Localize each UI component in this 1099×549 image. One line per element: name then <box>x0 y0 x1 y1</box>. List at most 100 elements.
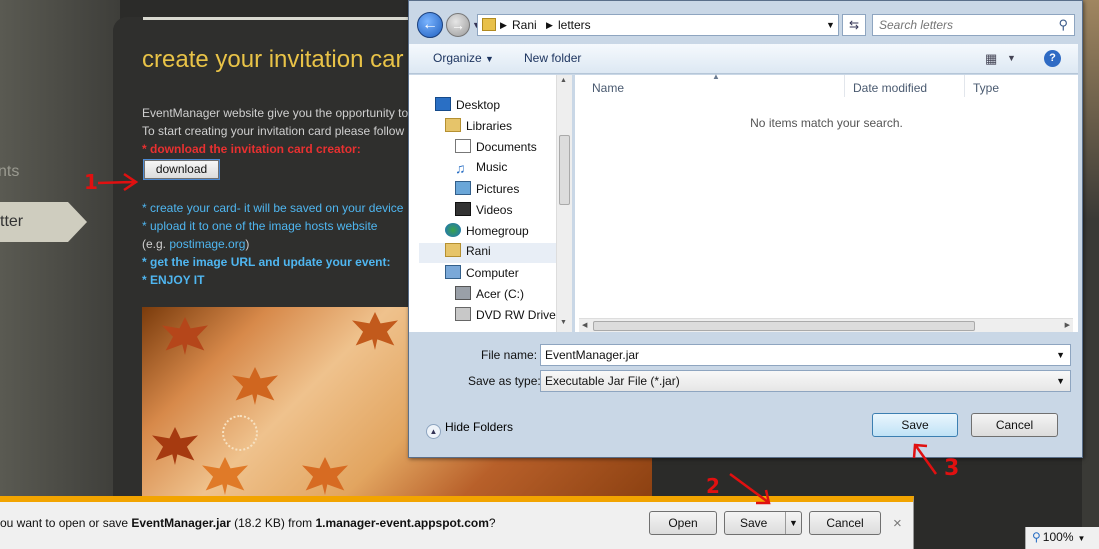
breadcrumb-letters[interactable]: letters <box>558 18 591 32</box>
tree-item-label: Rani <box>466 244 491 258</box>
tree-item-label: Homegroup <box>466 224 529 238</box>
zoom-value: 100% <box>1042 530 1074 544</box>
download-button[interactable]: download <box>144 160 219 179</box>
collapse-icon: ▲ <box>426 424 441 439</box>
column-type[interactable]: Type <box>973 81 999 95</box>
example-text: (e.g. postimage.org) <box>142 237 249 251</box>
scroll-left-icon[interactable]: ◀ <box>582 321 587 329</box>
column-date-modified[interactable]: Date modified <box>853 81 927 95</box>
step-create-text: * create your card- it will be saved on … <box>142 201 404 215</box>
message-text: ? <box>488 516 496 530</box>
step-upload-text: * upload it to one of the image hosts we… <box>142 219 378 233</box>
hide-folders-label: Hide Folders <box>445 420 514 434</box>
scroll-right-icon[interactable]: ▶ <box>1065 321 1070 329</box>
videos-icon <box>455 202 471 216</box>
horizontal-scroll-thumb[interactable] <box>593 321 975 331</box>
organize-button[interactable]: Organize ▼ <box>433 51 494 65</box>
forward-button[interactable]: → <box>446 13 470 37</box>
address-bar[interactable]: ▶ Rani ▶ letters ▼ <box>477 14 839 36</box>
tree-scrollbar[interactable]: ▲ ▼ <box>556 75 572 332</box>
dialog-cancel-button[interactable]: Cancel <box>971 413 1058 437</box>
tree-item-rani[interactable]: Rani <box>419 243 569 263</box>
download-cancel-button[interactable]: Cancel <box>809 511 881 535</box>
view-dropdown-icon[interactable]: ▼ <box>1007 53 1016 63</box>
tree-item-label: Music <box>476 160 508 174</box>
message-text: (18.2 KB) from <box>230 516 316 530</box>
filename-field[interactable]: EventManager.jar ▼ <box>540 344 1071 366</box>
documents-icon <box>455 139 471 153</box>
download-save-button[interactable]: Save ▼ <box>724 511 802 535</box>
column-name[interactable]: Name <box>592 81 624 95</box>
dvd-drive-icon <box>455 307 471 321</box>
address-dropdown-icon[interactable]: ▼ <box>826 20 835 30</box>
tree-item-label: DVD RW Drive ( <box>476 308 564 322</box>
zoom-level[interactable]: ⚲ 100% ▼ <box>1025 527 1099 549</box>
close-icon[interactable]: × <box>893 515 902 532</box>
save-options-dropdown-icon[interactable]: ▼ <box>789 512 798 534</box>
left-sidebar <box>0 0 120 549</box>
tree-item-label: Computer <box>466 266 519 280</box>
forward-arrow-icon: → <box>451 17 465 33</box>
column-divider <box>964 75 965 97</box>
pictures-icon <box>455 181 471 195</box>
annotation-arrow-3 <box>912 443 938 475</box>
scroll-thumb[interactable] <box>559 135 570 205</box>
savetype-select[interactable]: Executable Jar File (*.jar) ▼ <box>540 370 1071 392</box>
dialog-save-button[interactable]: Save <box>872 413 958 437</box>
filename-dropdown-icon[interactable]: ▼ <box>1056 350 1065 360</box>
refresh-icon: ⇆ <box>848 18 860 32</box>
scroll-up-icon[interactable]: ▲ <box>560 77 567 84</box>
breadcrumb-rani[interactable]: Rani <box>512 18 537 32</box>
download-host: 1.manager-event.appspot.com <box>315 516 489 530</box>
hide-folders-button[interactable]: ▲ Hide Folders <box>426 420 513 439</box>
tree-item-drive-c[interactable]: Acer (C:) <box>455 286 524 306</box>
page-title: create your invitation car <box>142 46 404 73</box>
intro-text-1: EventManager website give you the opport… <box>142 106 409 120</box>
drive-icon <box>455 286 471 300</box>
tree-item-computer[interactable]: Computer <box>445 265 519 285</box>
file-list: Name ▲ Date modified Type No items match… <box>575 72 1078 332</box>
tree-item-pictures[interactable]: Pictures <box>455 181 519 201</box>
search-input[interactable] <box>879 17 1049 33</box>
savetype-value: Executable Jar File (*.jar) <box>545 374 680 388</box>
tree-item-homegroup[interactable]: Homegroup <box>445 223 529 243</box>
annotation-arrow-1 <box>97 172 139 192</box>
back-button[interactable]: ← <box>417 12 443 38</box>
save-label: Save <box>740 516 768 530</box>
tree-item-videos[interactable]: Videos <box>455 202 512 222</box>
savetype-dropdown-icon[interactable]: ▼ <box>1056 376 1065 386</box>
tree-item-dvd-drive[interactable]: DVD RW Drive ( <box>455 307 563 327</box>
step-enjoy-text: * ENJOY IT <box>142 273 205 287</box>
help-icon[interactable]: ? <box>1044 50 1061 67</box>
back-arrow-icon: ← <box>422 16 438 33</box>
tree-item-libraries[interactable]: Libraries <box>445 118 512 138</box>
user-folder-icon <box>445 243 461 257</box>
example-prefix: (e.g. <box>142 237 170 251</box>
scroll-down-icon[interactable]: ▼ <box>560 319 567 326</box>
search-icon[interactable]: ⚲ <box>1058 17 1068 33</box>
nav-item-events[interactable]: nts <box>0 163 19 181</box>
organize-label: Organize <box>433 51 482 65</box>
nav-item-label: tter <box>0 213 24 230</box>
view-options-icon[interactable]: ▦ <box>985 51 997 67</box>
horizontal-scrollbar[interactable]: ◀ ▶ <box>579 318 1073 332</box>
refresh-button[interactable]: ⇆ <box>842 14 866 36</box>
annotation-arrow-2 <box>729 472 771 505</box>
search-box[interactable]: ⚲ <box>872 14 1075 36</box>
open-button[interactable]: Open <box>649 511 717 535</box>
step-download-text: * download the invitation card creator: <box>142 142 361 156</box>
message-text: ou want to open or save <box>0 516 132 530</box>
annotation-number-3: 3 <box>944 456 960 481</box>
tree-item-label: Documents <box>476 140 537 154</box>
organize-dropdown-icon: ▼ <box>485 54 494 64</box>
divider <box>143 17 413 20</box>
tree-item-label: Videos <box>476 203 513 217</box>
step-url-text: * get the image URL and update your even… <box>142 255 391 269</box>
postimage-link[interactable]: postimage.org <box>169 237 245 251</box>
tree-item-music[interactable]: ♫ Music <box>455 160 507 180</box>
tree-item-documents[interactable]: Documents <box>455 139 537 159</box>
tree-item-desktop[interactable]: Desktop <box>435 97 500 117</box>
zoom-dropdown-icon: ▼ <box>1077 534 1086 543</box>
breadcrumb-separator-icon: ▶ <box>546 20 553 30</box>
new-folder-button[interactable]: New folder <box>524 51 581 65</box>
